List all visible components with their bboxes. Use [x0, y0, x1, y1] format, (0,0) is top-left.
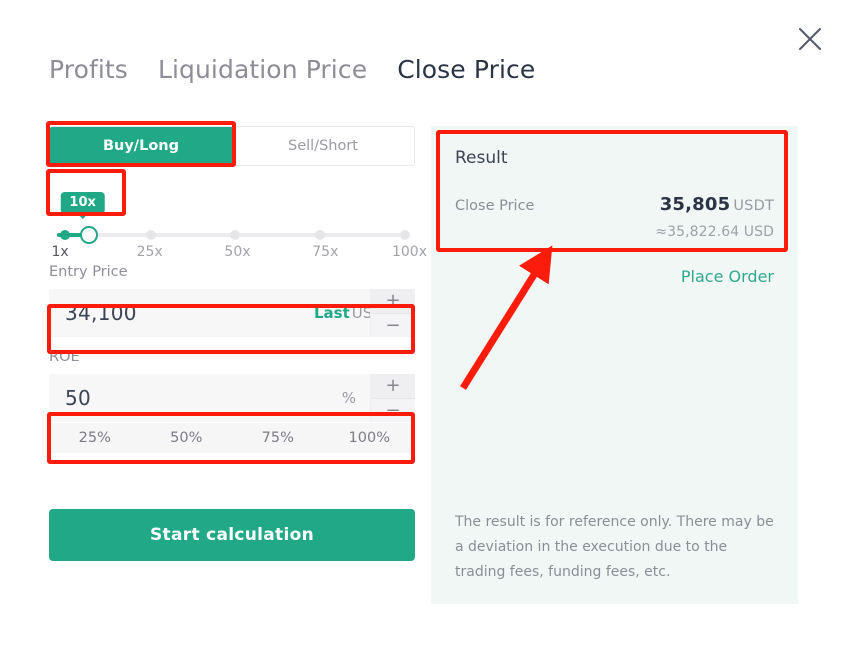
roe-decrement-button[interactable]: − [371, 398, 415, 422]
close-icon [797, 26, 823, 52]
entry-price-group: Entry Price LastUSDT + − [49, 264, 415, 337]
roe-field: % + − [49, 374, 415, 422]
tab-profits[interactable]: Profits [49, 55, 128, 84]
leverage-tick-1x[interactable]: 1x [51, 244, 68, 260]
result-values: 35,805 USDT ≈35,822.64 USD [655, 194, 774, 240]
roe-unit: % [341, 389, 356, 407]
close-price-calculator-dialog: Profits Liquidation Price Close Price Bu… [0, 0, 847, 652]
result-disclaimer: The result is for reference only. There … [455, 514, 774, 580]
leverage-dot-25x[interactable] [145, 230, 156, 240]
leverage-tick-50x[interactable]: 50x [224, 244, 250, 260]
leverage-tick-100x[interactable]: 100x [392, 244, 427, 260]
position-side-toggle: Buy/Long Sell/Short [49, 126, 415, 166]
entry-price-input-wrap: LastUSDT [49, 289, 393, 337]
result-row-label: Close Price [455, 198, 535, 214]
entry-price-stepper: + − [370, 289, 415, 337]
roe-label: ROE [49, 349, 80, 365]
roe-quick-50[interactable]: 50% [141, 423, 233, 453]
entry-price-increment-button[interactable]: + [371, 289, 415, 314]
result-value: 35,805 [659, 194, 731, 215]
result-title: Result [455, 148, 508, 168]
result-unit: USDT [733, 198, 774, 214]
roe-quick-100[interactable]: 100% [324, 423, 416, 453]
leverage-track[interactable] [57, 226, 410, 244]
calculator-form: Buy/Long Sell/Short 10x 1x 25x 50x 75x 1… [49, 126, 427, 561]
leverage-dot-100x[interactable] [399, 230, 410, 240]
result-value-line: 35,805 USDT [655, 194, 774, 215]
tab-close-price[interactable]: Close Price [397, 55, 535, 84]
close-dialog-button[interactable] [793, 22, 827, 56]
roe-increment-button[interactable]: + [371, 374, 415, 399]
leverage-dot-1x[interactable] [59, 230, 70, 240]
leverage-tick-labels: 1x 25x 50x 75x 100x [49, 244, 427, 264]
leverage-dot-75x[interactable] [314, 230, 325, 240]
start-calculation-button[interactable]: Start calculation [49, 509, 415, 561]
entry-price-field: LastUSDT + − [49, 289, 415, 337]
roe-stepper: + − [370, 374, 415, 422]
result-approx-value: ≈35,822.64 USD [655, 224, 774, 240]
roe-input-wrap: % [49, 374, 370, 422]
roe-quick-75[interactable]: 75% [232, 423, 324, 453]
buy-long-option[interactable]: Buy/Long [50, 127, 232, 165]
leverage-slider[interactable]: 10x 1x 25x 50x 75x 100x [49, 192, 427, 260]
roe-group: ROE % + − 25% 50% 75% 100% [49, 349, 415, 453]
roe-quick-percent-row: 25% 50% 75% 100% [49, 423, 415, 453]
entry-price-decrement-button[interactable]: − [371, 313, 415, 337]
leverage-handle[interactable] [80, 226, 99, 244]
leverage-value-bubble: 10x [60, 192, 105, 219]
leverage-tick-75x[interactable]: 75x [312, 244, 338, 260]
place-order-link[interactable]: Place Order [455, 267, 774, 286]
leverage-tick-25x[interactable]: 25x [137, 244, 163, 260]
roe-input[interactable] [65, 386, 342, 410]
leverage-dot-50x[interactable] [230, 230, 241, 240]
tab-liquidation-price[interactable]: Liquidation Price [158, 55, 367, 84]
calculator-tabs: Profits Liquidation Price Close Price [49, 55, 535, 84]
entry-price-input[interactable] [65, 301, 314, 325]
result-panel: Result Close Price 35,805 USDT ≈35,822.64… [431, 126, 798, 604]
roe-quick-25[interactable]: 25% [49, 423, 141, 453]
entry-price-label: Entry Price [49, 264, 128, 280]
sell-short-option[interactable]: Sell/Short [232, 127, 414, 165]
last-price-link[interactable]: Last [314, 304, 350, 322]
result-close-price-row: Close Price 35,805 USDT ≈35,822.64 USD [455, 194, 774, 240]
